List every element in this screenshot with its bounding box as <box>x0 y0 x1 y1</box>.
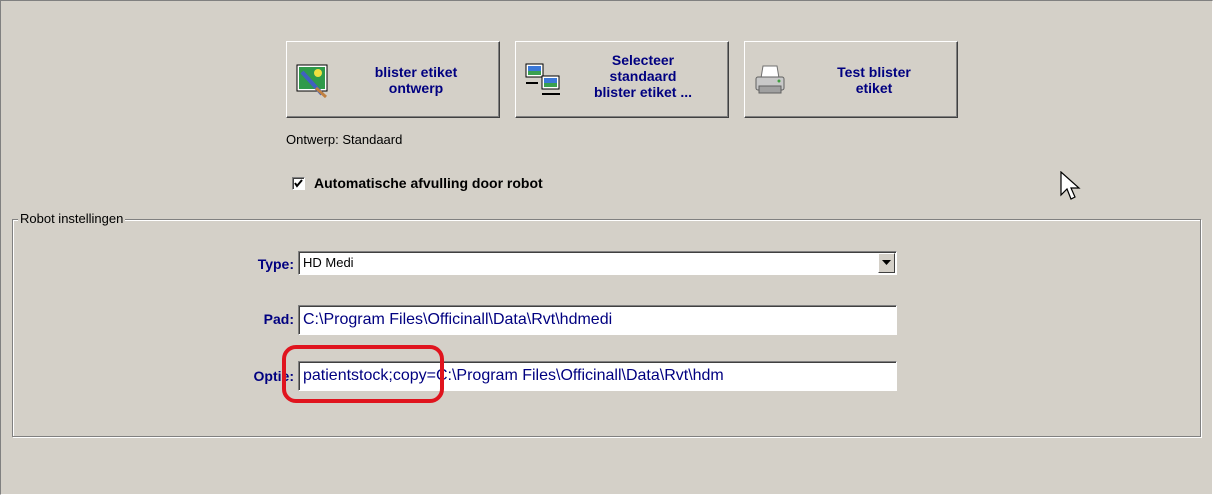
type-label: Type: <box>257 256 294 272</box>
options-label: Optie: <box>253 368 294 384</box>
auto-fill-label[interactable]: Automatische afvulling door robot <box>314 175 543 191</box>
type-select[interactable]: HD Medi <box>298 251 897 275</box>
auto-fill-checkbox[interactable] <box>292 177 305 190</box>
mouse-cursor-icon <box>1060 171 1081 200</box>
type-dropdown-button[interactable] <box>878 253 895 273</box>
chevron-down-icon <box>882 260 891 265</box>
checkmark-icon <box>294 179 303 188</box>
design-button-label: blister etiket ontwerp <box>374 64 458 96</box>
blister-label-design-button[interactable]: blister etiket ontwerp <box>286 41 500 118</box>
select-template-icon <box>525 63 560 95</box>
type-select-value: HD Medi <box>303 255 354 270</box>
path-label: Pad: <box>263 311 294 327</box>
path-input-value: C:\Program Files\Officinall\Data\Rvt\hdm… <box>303 311 613 328</box>
select-button-label: Selecteer standaard blister etiket ... <box>593 52 693 100</box>
design-caption: Ontwerp: Standaard <box>286 132 403 147</box>
red-highlight-annotation <box>282 345 444 403</box>
test-button-label: Test blister etiket <box>837 64 911 96</box>
path-input[interactable]: C:\Program Files\Officinall\Data\Rvt\hdm… <box>298 305 897 335</box>
select-default-blister-label-button[interactable]: Selecteer standaard blister etiket ... <box>515 41 729 118</box>
test-blister-label-button[interactable]: Test blister etiket <box>744 41 958 118</box>
robot-settings-legend: Robot instellingen <box>18 211 126 226</box>
paint-brush-icon <box>296 64 328 98</box>
printer-icon <box>755 65 785 94</box>
